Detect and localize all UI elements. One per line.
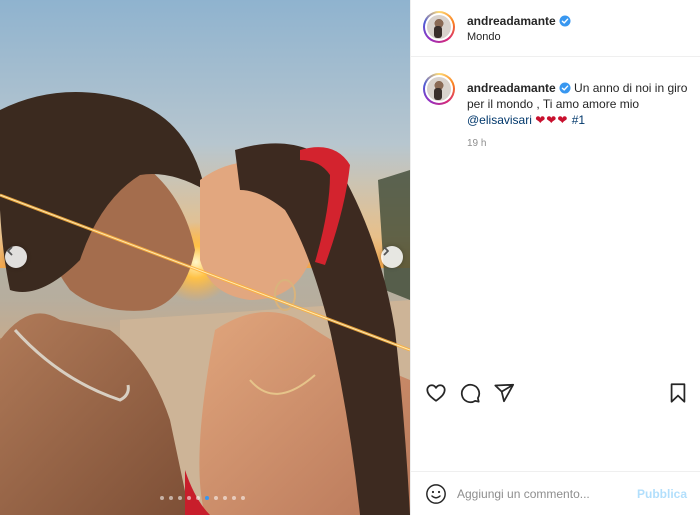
carousel-dot (214, 496, 218, 500)
bookmark-icon[interactable] (667, 382, 689, 404)
carousel-dot (160, 496, 164, 500)
verified-badge-icon (559, 82, 571, 94)
action-bar (411, 378, 700, 410)
post-header: andreadamante Mondo (411, 0, 700, 57)
add-comment-bar: Pubblica (411, 472, 700, 515)
heart-icon[interactable] (425, 382, 447, 404)
carousel-dot (169, 496, 173, 500)
couple-sunset-photo (0, 92, 410, 515)
carousel-dot (232, 496, 236, 500)
post-time[interactable]: 19 h (467, 138, 486, 149)
location-link[interactable]: Mondo (467, 31, 501, 43)
caption-text: andreadamante Un anno di noi in giro per… (467, 80, 689, 128)
username-text[interactable]: andreadamante (467, 14, 556, 28)
chevron-right-icon (383, 246, 389, 256)
carousel-dot (196, 496, 200, 500)
caption-username[interactable]: andreadamante (467, 81, 556, 95)
hashtag-link[interactable]: #1 (572, 113, 585, 127)
carousel-dot (223, 496, 227, 500)
carousel-dot (205, 496, 209, 500)
heart-emojis: ❤❤❤ (535, 113, 569, 127)
chevron-left-icon (7, 246, 13, 256)
previous-slide-button[interactable] (5, 246, 27, 268)
smiley-icon[interactable] (425, 483, 447, 505)
carousel-dot (187, 496, 191, 500)
avatar[interactable] (423, 73, 455, 105)
publish-button[interactable]: Pubblica (637, 487, 687, 501)
carousel-dots (160, 496, 245, 500)
carousel-dot (178, 496, 182, 500)
avatar[interactable] (423, 11, 455, 43)
next-slide-button[interactable] (381, 246, 403, 268)
post-photo[interactable] (0, 0, 410, 515)
carousel-dot (241, 496, 245, 500)
comment-bubble-icon[interactable] (459, 382, 481, 404)
post-side-panel: andreadamante Mondo andreadamante Un ann… (410, 0, 700, 515)
comment-input[interactable] (457, 484, 637, 504)
header-username[interactable]: andreadamante (467, 14, 571, 28)
mention-link[interactable]: @elisavisari (467, 113, 532, 127)
paper-plane-icon[interactable] (493, 382, 515, 404)
verified-badge-icon (559, 15, 571, 27)
